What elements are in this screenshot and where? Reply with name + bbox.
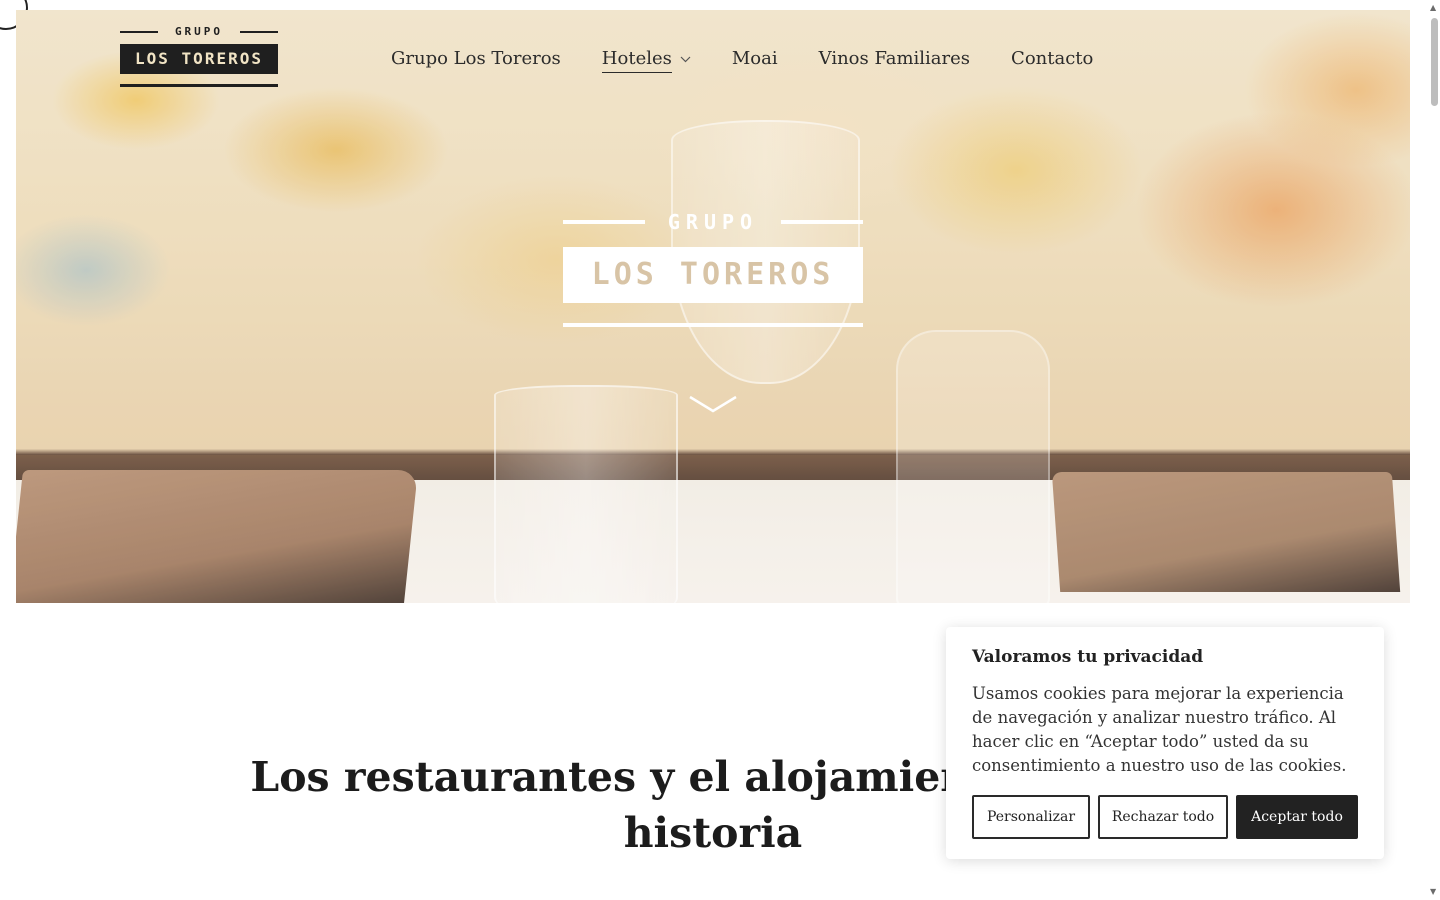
main-nav: Grupo Los Toreros Hoteles Moai Vinos Fam… — [391, 45, 1134, 73]
accept-all-button[interactable]: Aceptar todo — [1236, 795, 1358, 839]
nav-item-vinos-familiares[interactable]: Vinos Familiares — [819, 48, 970, 69]
cookie-title: Valoramos tu privacidad — [972, 647, 1204, 667]
nav-item-moai[interactable]: Moai — [732, 48, 778, 69]
page-scrollbar[interactable]: ▲ ▼ — [1422, 0, 1440, 900]
hero-logo-main-text: LOS TOREROS — [563, 247, 863, 303]
nav-item-hoteles[interactable]: Hoteles — [601, 47, 691, 73]
scroll-up-icon[interactable]: ▲ — [1430, 4, 1436, 12]
cookie-consent-dialog: Valoramos tu privacidad Usamos cookies p… — [946, 627, 1384, 859]
scrollbar-thumb[interactable] — [1431, 18, 1438, 106]
nav-item-contacto[interactable]: Contacto — [1011, 48, 1093, 69]
nav-item-grupo-los-toreros[interactable]: Grupo Los Toreros — [391, 48, 561, 69]
chevron-down-icon — [680, 52, 691, 66]
hero-logo: GRUPO LOS TOREROS — [563, 210, 863, 328]
scroll-down-icon[interactable]: ▼ — [1430, 888, 1436, 896]
header-logo[interactable]: GRUPO LOS TOREROS — [120, 26, 278, 88]
logo-main-text: LOS TOREROS — [120, 44, 278, 74]
chevron-down-icon[interactable] — [688, 393, 738, 415]
reject-all-button[interactable]: Rechazar todo — [1098, 795, 1228, 839]
cookie-body: Usamos cookies para mejorar la experienc… — [972, 684, 1347, 775]
customize-button[interactable]: Personalizar — [972, 795, 1090, 839]
